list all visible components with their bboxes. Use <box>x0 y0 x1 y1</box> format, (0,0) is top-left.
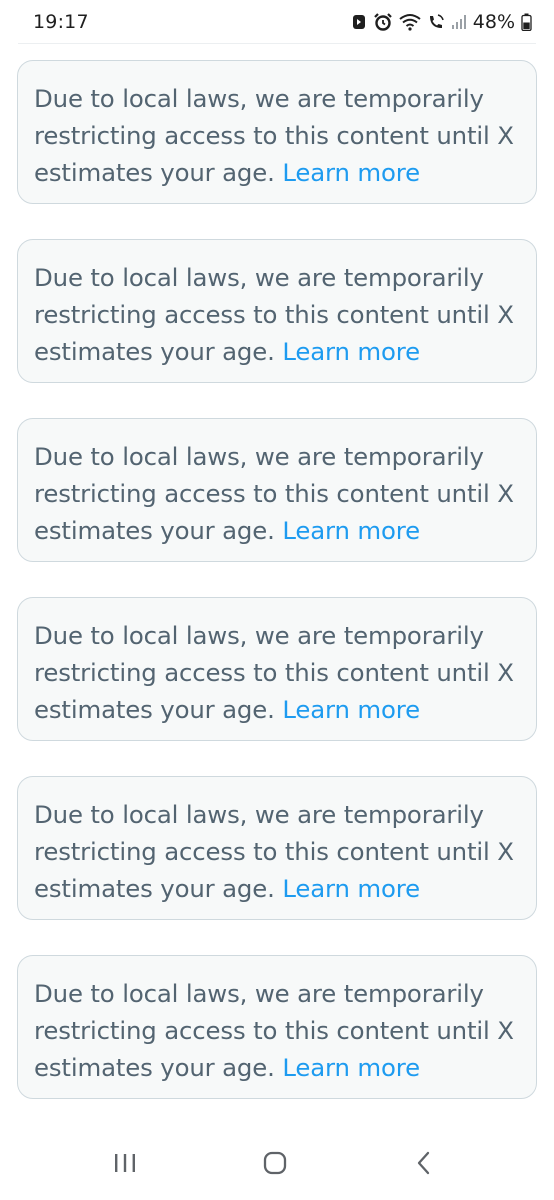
alarm-icon <box>373 12 393 32</box>
learn-more-link[interactable]: Learn more <box>282 874 420 903</box>
status-icons: 48% <box>351 11 532 33</box>
notice-message: Due to local laws, we are temporarily re… <box>34 979 514 1082</box>
wifi-calling-icon <box>427 13 445 31</box>
notice-message: Due to local laws, we are temporarily re… <box>34 263 514 366</box>
status-divider <box>18 43 536 44</box>
age-restriction-notice: Due to local laws, we are temporarily re… <box>17 418 537 562</box>
age-restriction-notice: Due to local laws, we are temporarily re… <box>17 955 537 1099</box>
home-button[interactable] <box>260 1150 290 1180</box>
learn-more-link[interactable]: Learn more <box>282 337 420 366</box>
back-button[interactable] <box>409 1150 439 1180</box>
battery-percent: 48% <box>472 11 515 33</box>
signal-icon <box>451 14 467 30</box>
learn-more-link[interactable]: Learn more <box>282 695 420 724</box>
navigation-bar <box>0 1130 554 1200</box>
learn-more-link[interactable]: Learn more <box>282 516 420 545</box>
status-time: 19:17 <box>33 11 89 33</box>
recent-apps-icon <box>112 1152 138 1178</box>
phone-screen: 19:17 48% Due to local laws, we are temp… <box>0 0 554 1200</box>
status-bar: 19:17 48% <box>0 0 554 44</box>
notice-message: Due to local laws, we are temporarily re… <box>34 442 514 545</box>
home-icon <box>262 1150 288 1180</box>
age-restriction-notice: Due to local laws, we are temporarily re… <box>17 597 537 741</box>
battery-icon <box>521 13 532 31</box>
notice-message: Due to local laws, we are temporarily re… <box>34 621 514 724</box>
recent-apps-button[interactable] <box>110 1150 140 1180</box>
age-restriction-notice: Due to local laws, we are temporarily re… <box>17 776 537 920</box>
learn-more-link[interactable]: Learn more <box>282 158 420 187</box>
restricted-content-feed: Due to local laws, we are temporarily re… <box>17 60 537 1099</box>
notice-message: Due to local laws, we are temporarily re… <box>34 84 514 187</box>
notice-message: Due to local laws, we are temporarily re… <box>34 800 514 903</box>
back-icon <box>415 1151 433 1179</box>
wifi-icon <box>399 13 421 31</box>
learn-more-link[interactable]: Learn more <box>282 1053 420 1082</box>
notification-icon <box>351 13 367 31</box>
age-restriction-notice: Due to local laws, we are temporarily re… <box>17 60 537 204</box>
age-restriction-notice: Due to local laws, we are temporarily re… <box>17 239 537 383</box>
